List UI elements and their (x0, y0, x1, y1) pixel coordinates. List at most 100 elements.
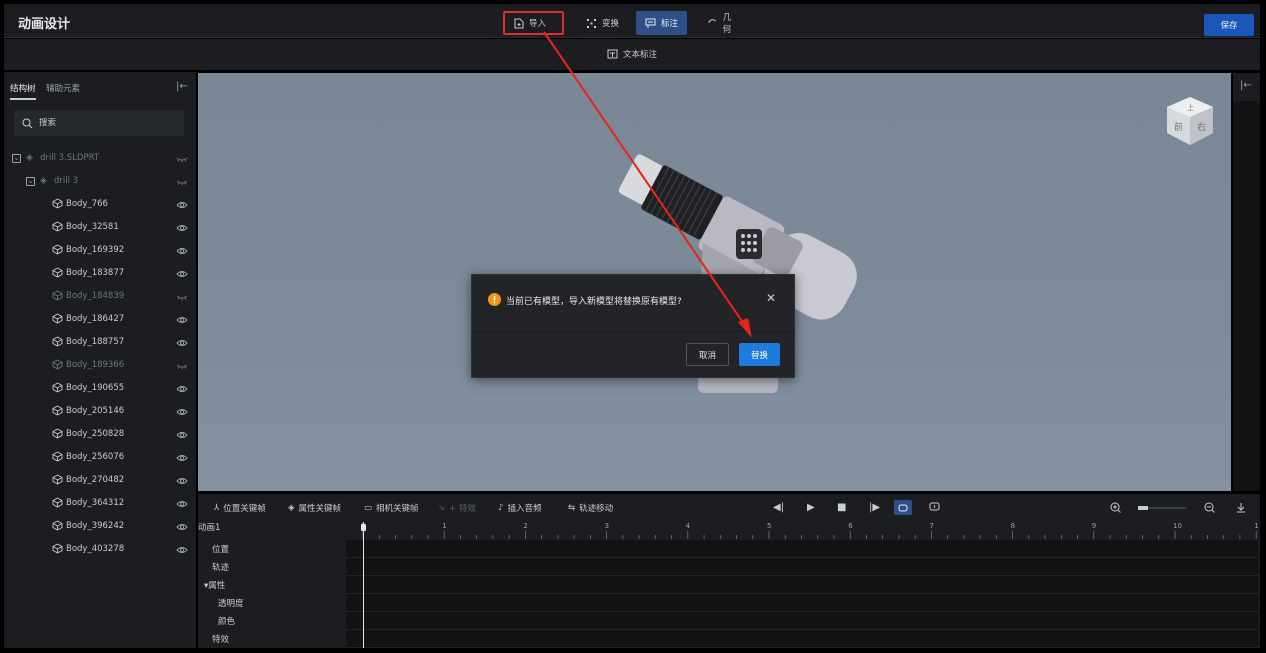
eye-icon[interactable] (176, 338, 188, 348)
eye-icon[interactable] (176, 269, 188, 279)
zoom-out-icon[interactable] (1204, 502, 1215, 516)
tree-item[interactable]: Body_183877 (4, 263, 196, 286)
eye-closed-icon[interactable] (176, 292, 188, 302)
eye-icon[interactable] (176, 246, 188, 256)
track-label[interactable]: 轨迹 (212, 561, 229, 573)
playhead[interactable] (363, 522, 364, 648)
timeline-tool-button[interactable]: ◈ 属性关键帧 (288, 502, 341, 514)
tree-item-label: Body_766 (66, 199, 108, 209)
eye-icon[interactable] (176, 522, 188, 532)
file-import-icon (514, 18, 524, 28)
body-part-icon (52, 290, 63, 304)
prev-frame-icon[interactable]: ◀| (773, 502, 784, 513)
eye-closed-icon[interactable] (176, 154, 188, 164)
tree-item-label: Body_403278 (66, 544, 125, 554)
ruler-tick-label: 10 (1173, 522, 1182, 530)
tree-item[interactable]: Body_184839 (4, 286, 196, 309)
search-input[interactable] (39, 118, 179, 128)
next-frame-icon[interactable]: |▶ (869, 502, 880, 513)
playhead-handle[interactable] (361, 524, 366, 531)
tree-item[interactable]: Body_186427 (4, 309, 196, 332)
tree-item[interactable]: ⌄ ◈ drill 3 (4, 171, 196, 194)
eye-closed-icon[interactable] (176, 177, 188, 187)
stop-icon[interactable]: ■ (837, 502, 846, 513)
eye-icon[interactable] (176, 223, 188, 233)
timeline-tool-label: 插入音频 (507, 504, 542, 514)
annotation-icon (645, 18, 656, 28)
tree-item[interactable]: Body_396242 (4, 516, 196, 539)
tree-item[interactable]: Body_250828 (4, 424, 196, 447)
tree-item[interactable]: Body_190655 (4, 378, 196, 401)
track-label[interactable]: ▾属性 (204, 579, 225, 591)
annotate-button[interactable]: 标注 (636, 11, 687, 35)
track-row (346, 575, 1258, 576)
play-icon[interactable]: ▶ (807, 502, 815, 513)
tree-item[interactable]: Body_403278 (4, 539, 196, 562)
expand-toggle-icon[interactable]: ⌄ (12, 154, 21, 163)
download-icon[interactable] (1236, 502, 1246, 516)
body-part-icon (52, 336, 63, 350)
timeline-tool-label: + 特效 (449, 504, 476, 514)
view-cube[interactable]: 上 前 右 (1165, 95, 1215, 147)
timeline-tool-button[interactable]: ↘ + 特效 (438, 502, 476, 514)
track-label[interactable]: 颜色 (218, 615, 235, 627)
tab-structure-tree[interactable]: 结构树 (10, 82, 36, 100)
collapse-panel-icon[interactable]: |← (176, 81, 188, 92)
timeline-tracks[interactable] (346, 540, 1258, 648)
track-label[interactable]: 位置 (212, 543, 229, 555)
tree-item-label: Body_184839 (66, 291, 125, 301)
text-annotation-button[interactable]: 文本标注 (607, 48, 657, 60)
single-play-icon[interactable] (929, 502, 940, 514)
tree-item[interactable]: Body_364312 (4, 493, 196, 516)
tree-item[interactable]: Body_32581 (4, 217, 196, 240)
close-icon[interactable]: ✕ (766, 291, 776, 305)
track-label[interactable]: 特效 (212, 633, 229, 645)
timeline-tool-button[interactable]: ▭ 相机关键帧 (364, 502, 419, 514)
eye-closed-icon[interactable] (176, 361, 188, 371)
tree-item[interactable]: Body_766 (4, 194, 196, 217)
eye-icon[interactable] (176, 545, 188, 555)
timeline-tool-button[interactable]: ♪ 插入音频 (498, 502, 541, 514)
eye-icon[interactable] (176, 200, 188, 210)
eye-icon[interactable] (176, 453, 188, 463)
transform-button[interactable]: 变换 (577, 11, 629, 35)
tree-item[interactable]: Body_188757 (4, 332, 196, 355)
expand-right-panel-icon[interactable]: |← (1240, 80, 1252, 91)
track-label[interactable]: 透明度 (218, 597, 244, 609)
tree-item-label: Body_205146 (66, 406, 125, 416)
zoom-in-icon[interactable] (1110, 502, 1121, 516)
tab-auxiliary-elements[interactable]: 辅助元素 (46, 82, 80, 94)
timeline-tool-button[interactable]: ⇆ 轨迹移动 (568, 502, 613, 514)
ruler-tick-label: 1 (1254, 522, 1258, 530)
body-part-icon (52, 497, 63, 511)
tree-item[interactable]: ⌄ ◈ drill 3.SLDPRT (4, 148, 196, 171)
loop-icon[interactable] (894, 500, 912, 515)
eye-icon[interactable] (176, 407, 188, 417)
zoom-slider-handle[interactable] (1138, 506, 1148, 510)
eye-icon[interactable] (176, 315, 188, 325)
geometry-icon (708, 18, 717, 23)
timeline-tool-button[interactable]: ⅄ 位置关键帧 (214, 502, 266, 514)
eye-icon[interactable] (176, 430, 188, 440)
tree-item-label: Body_32581 (66, 222, 119, 232)
tree-item[interactable]: Body_169392 (4, 240, 196, 263)
expand-toggle-icon[interactable]: ⌄ (26, 177, 35, 186)
geometry-button[interactable]: 几何 (698, 11, 748, 35)
tree-item[interactable]: Body_189366 (4, 355, 196, 378)
eye-icon[interactable] (176, 384, 188, 394)
animation-name[interactable]: 动画1 (198, 521, 220, 533)
timeline-ruler[interactable]: 0123456789101 (346, 520, 1258, 540)
tree-item[interactable]: Body_270482 (4, 470, 196, 493)
app-title: 动画设计 (18, 17, 71, 32)
body-part-icon (52, 405, 63, 419)
tree-item[interactable]: Body_256076 (4, 447, 196, 470)
cancel-button[interactable]: 取消 (686, 343, 729, 366)
eye-icon[interactable] (176, 499, 188, 509)
eye-icon[interactable] (176, 476, 188, 486)
assembly-icon: ◈ (26, 153, 33, 163)
import-button[interactable]: 导入 (503, 11, 564, 35)
dialog-divider (472, 331, 794, 332)
save-button[interactable]: 保存 (1204, 14, 1254, 36)
tree-item[interactable]: Body_205146 (4, 401, 196, 424)
replace-button[interactable]: 替换 (739, 343, 780, 366)
